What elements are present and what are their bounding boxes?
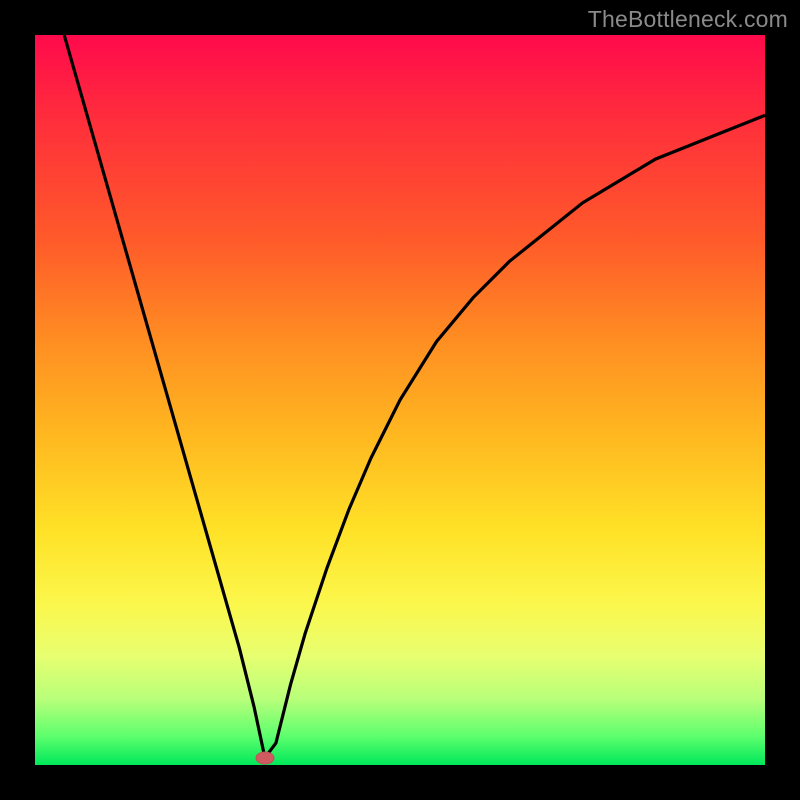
minimum-marker (255, 751, 274, 764)
chart-frame: TheBottleneck.com (0, 0, 800, 800)
bottleneck-curve (64, 35, 765, 758)
watermark-text: TheBottleneck.com (588, 6, 788, 33)
plot-area (35, 35, 765, 765)
curve-svg (35, 35, 765, 765)
